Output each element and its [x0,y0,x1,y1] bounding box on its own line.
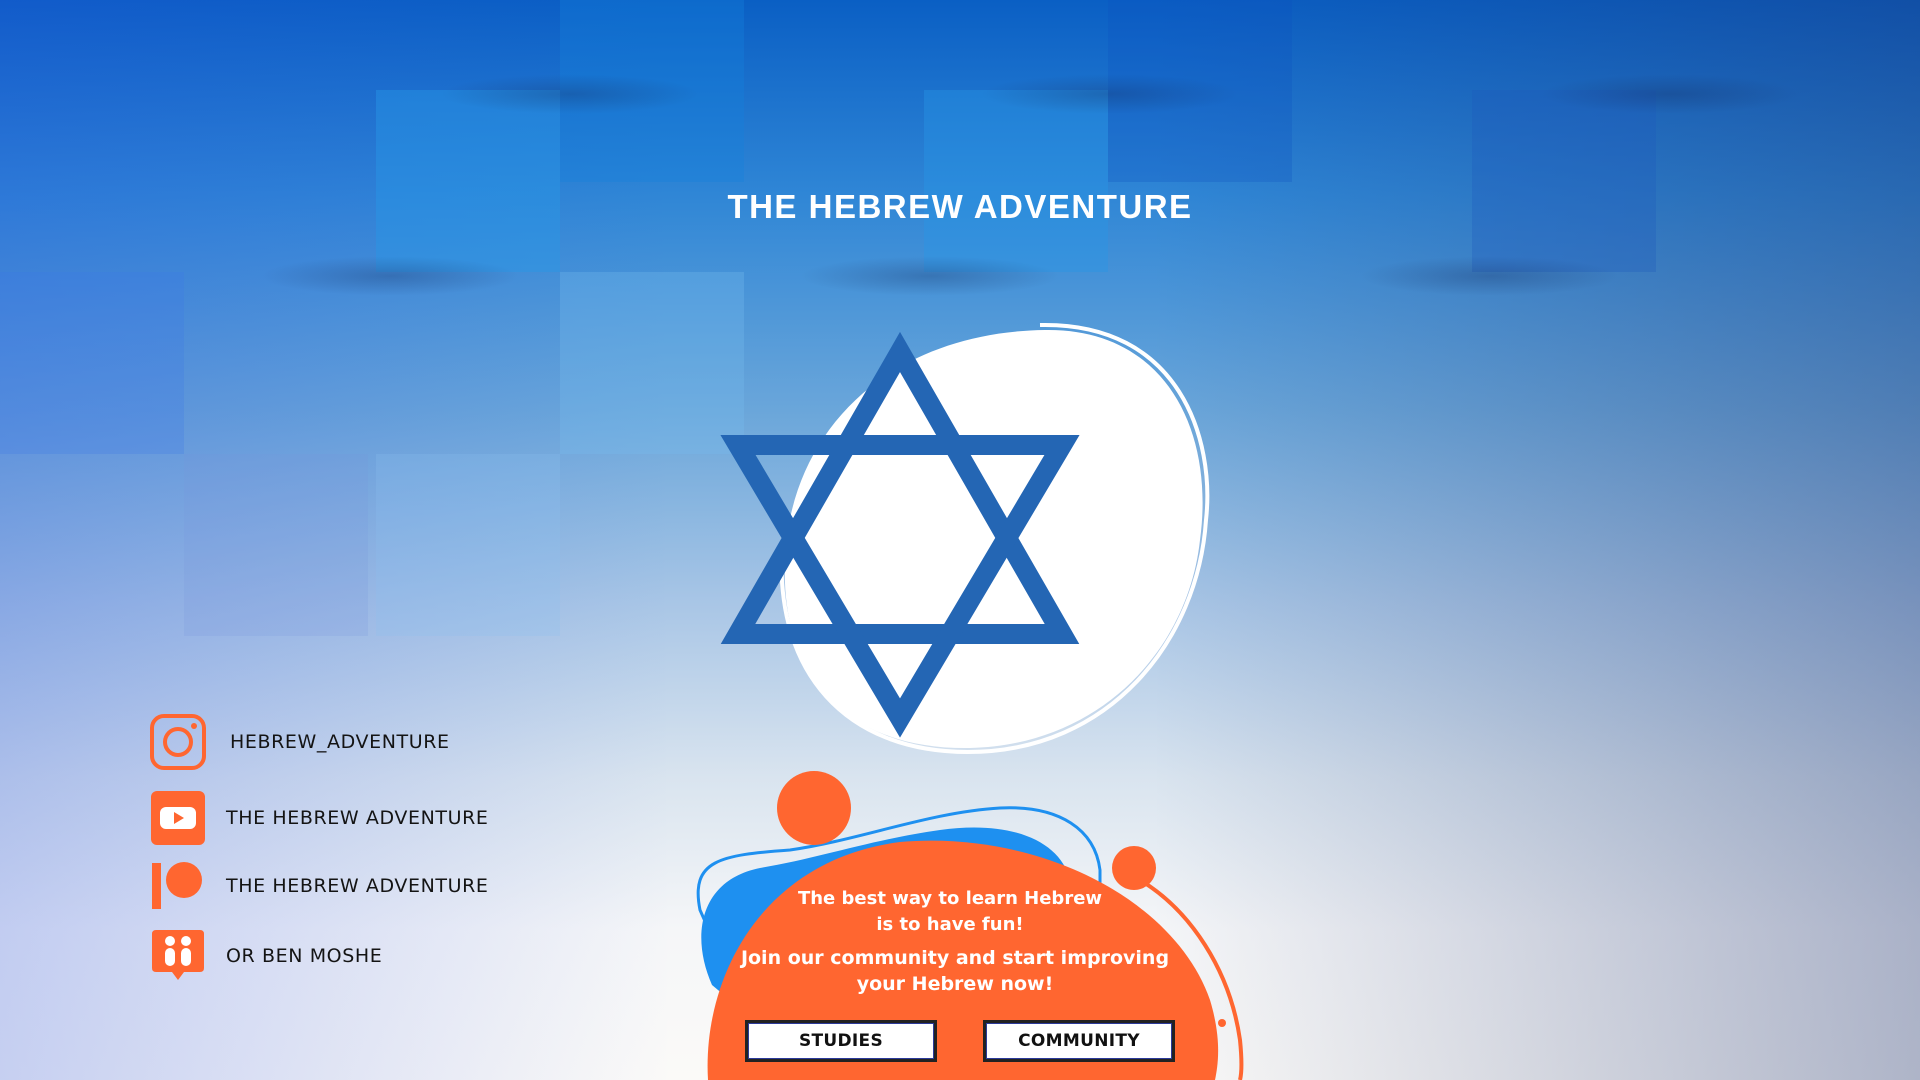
youtube-icon [151,791,205,845]
tagline: The best way to learn Hebrew is to have … [740,886,1160,938]
cta-text: Join our community and start improving y… [730,945,1180,997]
social-item-instagram[interactable]: HEBREW_ADVENTURE [148,712,450,772]
social-item-label: THE HEBREW ADVENTURE [226,875,489,897]
tagline-line: is to have fun! [876,914,1024,935]
studies-button[interactable]: STUDIES [745,1020,937,1062]
italki-icon [152,930,204,980]
instagram-icon [150,714,206,770]
cta-line: Join our community and start improving [740,947,1170,969]
tagline-line: The best way to learn Hebrew [797,888,1103,909]
social-item-label: THE HEBREW ADVENTURE [226,807,489,829]
community-button[interactable]: COMMUNITY [983,1020,1175,1062]
social-item-patreon[interactable]: THE HEBREW ADVENTURE [148,856,489,916]
white-blob [779,322,1210,755]
cta-line: your Hebrew now! [856,973,1054,995]
social-item-italki[interactable]: OR BEN MOSHE [148,926,382,986]
social-item-label: OR BEN MOSHE [226,945,383,967]
patreon-icon [152,862,202,909]
social-item-label: HEBREW_ADVENTURE [230,731,450,753]
social-item-youtube[interactable]: THE HEBREW ADVENTURE [148,788,489,848]
